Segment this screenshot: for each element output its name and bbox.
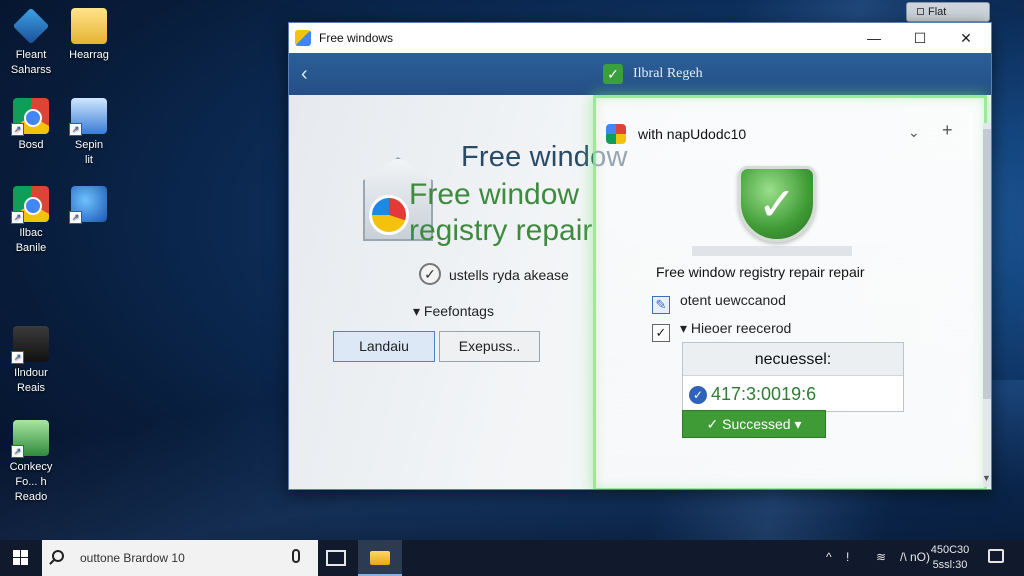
search-icon	[52, 550, 64, 562]
file-explorer-button[interactable]	[358, 540, 402, 576]
desktop-icon-label: Banile	[15, 242, 47, 254]
success-button-label: Successed	[722, 416, 791, 432]
shortcut-arrow-icon: ↗	[69, 123, 82, 136]
result-value-row: ✓ 417:3:0019:6	[683, 376, 903, 412]
folder-icon	[370, 551, 390, 565]
shortcut-arrow-icon: ↗	[11, 123, 24, 136]
desktop-icon-label: Hearrag	[69, 49, 109, 61]
app-window: Free windows — ☐ ✕ ‹ ✓ Ilbral Regeh Free…	[288, 22, 992, 490]
photo-icon: ↗	[69, 98, 107, 136]
shield-check-icon: ✓	[738, 166, 816, 242]
clock-line: 5ssl:30	[932, 559, 968, 571]
edit-icon: ✎	[652, 296, 670, 314]
desktop-icon-label: Fo... h	[15, 476, 47, 488]
desktop-icon-2[interactable]: Hearrag	[58, 8, 120, 63]
list-item-label: otent uewccanod	[680, 292, 786, 308]
minimize-button[interactable]: —	[851, 23, 897, 53]
desktop-icon-label: Bosd	[18, 139, 44, 151]
list-item-label: Hieoer reecerod	[690, 320, 792, 336]
shield-app-icon	[12, 7, 50, 45]
secondary-button[interactable]: Exepuss..	[439, 331, 540, 362]
list-item[interactable]: ✎ otent uewccanod	[652, 292, 786, 314]
success-check-icon: ✓	[689, 386, 707, 404]
desktop-icon-3[interactable]: ↗ Bosd	[0, 98, 62, 153]
shortcut-arrow-icon: ↗	[11, 445, 24, 458]
desktop-icon-label: Reado	[14, 491, 48, 503]
desktop-icon-label: lit	[85, 154, 93, 166]
clock[interactable]: 450C30 5ssl:30	[928, 543, 972, 573]
mini-window[interactable]: Flat	[906, 2, 990, 22]
wifi-icon[interactable]: ≋	[876, 550, 886, 564]
desktop-icon-1[interactable]: Fleant Saharss	[0, 7, 62, 78]
primary-button[interactable]: Landaiu	[333, 331, 435, 362]
window-content: Free window Free window registry repair …	[289, 95, 991, 489]
folder-icon	[71, 8, 107, 44]
chevron-down-icon[interactable]: ⌄	[908, 124, 920, 141]
task-view-icon[interactable]	[326, 550, 346, 566]
start-button[interactable]	[0, 540, 42, 576]
window-icon	[917, 8, 924, 15]
chrome-icon: ↗	[11, 186, 49, 224]
scrollbar-thumb[interactable]	[983, 129, 991, 399]
expander-label: Feefontags	[423, 303, 494, 319]
app-icon	[295, 30, 311, 46]
desktop-icon-label: Reais	[16, 382, 46, 394]
desktop-icon-7[interactable]: ↗ Ilndour Reais	[0, 326, 62, 396]
checkmark-icon: ✓	[603, 64, 623, 84]
globe-app-icon: ↗	[69, 186, 107, 224]
faded-text	[692, 246, 852, 256]
clock-line: 450C30	[930, 544, 970, 556]
mini-window-title: Flat	[928, 6, 947, 18]
search-text: outtone Brardow 10	[80, 551, 185, 565]
desktop-icon-label: Saharss	[10, 64, 52, 76]
taskbar-search[interactable]: outtone Brardow 10	[42, 540, 318, 576]
shortcut-arrow-icon: ↗	[11, 211, 24, 224]
maximize-button[interactable]: ☐	[897, 23, 943, 53]
success-button[interactable]: ✓ Successed ▾	[682, 410, 826, 438]
desktop-icon-5[interactable]: ↗ Ilbac Banile	[0, 186, 62, 256]
result-label: necuessel:	[683, 343, 903, 376]
result-value: 417:3:0019:6	[711, 384, 817, 404]
close-button[interactable]: ✕	[943, 23, 989, 53]
app-header: ‹ ✓ Ilbral Regeh	[289, 53, 991, 95]
shortcut-arrow-icon: ↗	[11, 351, 24, 364]
panel-heading: Free window registry repair repair	[656, 264, 865, 280]
notification-icon[interactable]	[988, 549, 1004, 563]
scrollbar[interactable]: ▼	[982, 123, 991, 487]
expander-toggle[interactable]: ▾ Feefontags	[413, 303, 494, 320]
result-box: necuessel: ✓ 417:3:0019:6	[682, 342, 904, 412]
back-arrow-icon[interactable]: ‹	[301, 63, 308, 85]
desktop-icon-label: Ilbac	[19, 227, 43, 239]
database-icon: ↗	[11, 420, 49, 458]
result-panel: with napUdodc10 ⌄ + ✓ Free window regist…	[593, 95, 987, 489]
panel-title: with napUdodc10	[638, 126, 747, 142]
alert-icon[interactable]: !	[846, 550, 849, 564]
taskbar: outtone Brardow 10 ^ ! ≋ /\ nO) 450C30 5…	[0, 540, 1024, 576]
microphone-icon[interactable]	[292, 549, 300, 563]
scroll-down-icon[interactable]: ▼	[982, 473, 991, 483]
desktop-icon-8[interactable]: ↗ Conkecy Fo... h Reado	[0, 420, 62, 505]
checkbox-checked[interactable]: ✓	[652, 324, 670, 342]
window-title: Free windows	[319, 31, 394, 45]
title-bar[interactable]: Free windows — ☐ ✕	[289, 23, 991, 53]
chevron-up-icon[interactable]: ^	[826, 550, 832, 564]
desktop-icon-6[interactable]: ↗	[58, 186, 120, 226]
desktop-icon-label: Sepin	[74, 139, 104, 151]
desktop-icon-label: Fleant	[15, 49, 47, 61]
list-item[interactable]: ✓ ▾ Hieoer reecerod	[652, 320, 791, 342]
shortcut-arrow-icon: ↗	[69, 211, 82, 224]
windows-logo-icon	[13, 550, 20, 557]
plus-icon[interactable]: +	[942, 120, 953, 141]
desktop-icon-4[interactable]: ↗ Sepin lit	[58, 98, 120, 168]
option-checkbox-label: ustells ryda akease	[449, 267, 569, 283]
tray-text[interactable]: /\ nO)	[900, 550, 930, 564]
header-title: Ilbral Regeh	[633, 66, 703, 81]
option-checkbox[interactable]: ✓	[419, 263, 441, 285]
desktop-icon-label: Conkecy	[9, 461, 53, 473]
desktop-icon-label: Ilndour	[14, 367, 48, 379]
app-logo-icon	[606, 124, 626, 144]
document-icon: ↗	[11, 326, 49, 364]
chrome-icon: ↗	[11, 98, 49, 136]
